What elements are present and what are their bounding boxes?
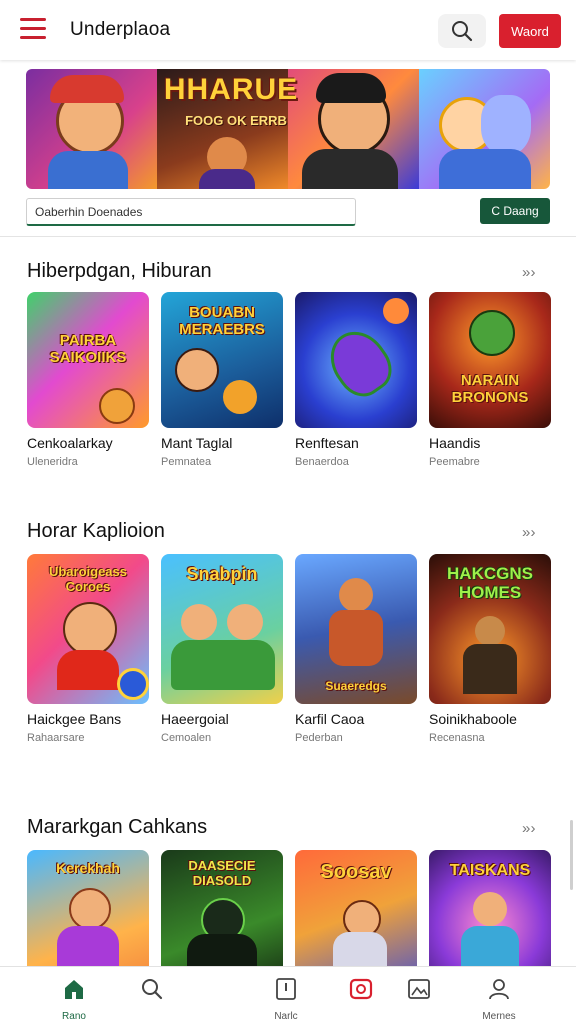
thumbnail-art-text: Kerekhah <box>56 860 120 876</box>
home-icon <box>65 980 83 999</box>
see-more-arrow-icon[interactable]: » › <box>522 524 535 541</box>
thumbnail-art-text: DAASECIE DIASOLD <box>188 858 256 888</box>
thumbnail-art-text: BOUABN MERAEBRS <box>179 304 265 338</box>
card-subtitle: Pemnatea <box>161 456 212 468</box>
game-card[interactable]: PAIRBA SAIKOIIKS Cenkoalarkay Uleneridra <box>27 292 149 468</box>
card-title: Karfil Caoa <box>295 711 365 727</box>
section-title: Mararkgan Cahkans <box>27 816 208 838</box>
banner-headline: HHARUE <box>163 73 299 106</box>
nav-item-gallery[interactable] <box>389 967 449 1025</box>
card-title: Mant Taglal <box>161 435 233 451</box>
game-thumbnail <box>295 292 417 428</box>
nav-item-search[interactable] <box>122 967 182 1025</box>
app-title: Underplaoa <box>70 19 171 40</box>
game-card[interactable]: Ubaroigeass Coroes Haickgee Bans Rahaars… <box>27 554 149 744</box>
see-more-arrow-icon[interactable]: » › <box>522 820 535 837</box>
game-thumbnail: Snabpin <box>161 554 283 704</box>
section-title: Hiberpdgan, Hiburan <box>27 260 212 282</box>
game-thumbnail: Ubaroigeass Coroes <box>27 554 149 704</box>
card-title: Cenkoalarkay <box>27 435 113 451</box>
game-thumbnail: NARAIN BRONONS <box>429 292 551 428</box>
search-row: C Daang <box>26 198 550 228</box>
game-card[interactable]: Suaeredgs Karfil Caoa Pederban <box>295 554 417 744</box>
card-title: Renftesan <box>295 435 359 451</box>
game-thumbnail: PAIRBA SAIKOIIKS <box>27 292 149 428</box>
search-input[interactable] <box>26 198 356 226</box>
search-button[interactable] <box>438 14 486 48</box>
card-title: Haeergoial <box>161 711 229 727</box>
card-subtitle: Cemoalen <box>161 732 212 744</box>
thumbnail-art-text: HAKCGNS HOMES <box>447 564 533 602</box>
search-submit-button[interactable]: C Daang <box>480 198 550 224</box>
card-subtitle: Uleneridra <box>27 456 78 468</box>
nav-item-play[interactable] <box>331 967 391 1025</box>
card-title: Soinikhaboole <box>429 711 517 727</box>
hamburger-menu-icon[interactable] <box>20 18 46 40</box>
game-card[interactable]: NARAIN BRONONS Haandis Peemabre <box>429 292 551 468</box>
thumbnail-art-text: TAISKANS <box>449 862 531 879</box>
card-subtitle: Benaerdoa <box>295 456 349 468</box>
thumbnail-art-text: Suaeredgs <box>325 679 387 693</box>
banner-panel <box>419 69 550 189</box>
edit-image-icon <box>408 979 430 999</box>
nav-item-profile[interactable]: Mernes <box>469 967 529 1025</box>
nav-label: Narlc <box>274 1011 298 1022</box>
top-bar: Underplaoa Waord <box>0 0 576 60</box>
card-title: Haickgee Bans <box>27 711 122 727</box>
hero-banner[interactable]: HHARUE FOOG OK ERRB <box>26 69 550 189</box>
scrollbar[interactable] <box>570 820 573 890</box>
nav-item-home[interactable]: Rano <box>44 967 104 1025</box>
thumbnail-art-text: Soosav <box>320 861 392 883</box>
card-subtitle: Peemabre <box>429 456 480 468</box>
thumbnail-art-text: NARAIN BRONONS <box>451 372 529 406</box>
game-card[interactable]: Renftesan Benaerdoa <box>295 292 417 468</box>
nav-label: Mernes <box>482 1011 516 1022</box>
card-subtitle: Pederban <box>295 732 343 744</box>
section-title: Horar Kaplioion <box>27 520 165 542</box>
thumbnail-art-text: PAIRBA SAIKOIIKS <box>49 332 127 366</box>
nav-item-narlc[interactable]: Narlc <box>256 967 316 1025</box>
divider <box>0 236 576 237</box>
game-thumbnail: BOUABN MERAEBRS <box>161 292 283 428</box>
search-icon <box>452 21 473 42</box>
profile-icon <box>489 979 509 1000</box>
game-card[interactable]: HAKCGNS HOMES Soinikhaboole Recenasna <box>429 554 551 744</box>
card-subtitle: Recenasna <box>429 732 485 744</box>
game-thumbnail: Suaeredgs <box>295 554 417 704</box>
banner-subline: FOOG OK ERRB <box>185 113 287 128</box>
banner-panel <box>288 69 419 189</box>
search-icon <box>142 979 163 1000</box>
banner-panel <box>26 69 157 189</box>
game-card[interactable]: Snabpin Haeergoial Cemoalen <box>161 554 283 744</box>
bottom-nav: Rano Narlc Mernes <box>0 966 576 1025</box>
card-title: Haandis <box>429 435 481 451</box>
header-cta-button[interactable]: Waord <box>499 14 561 48</box>
card-subtitle: Rahaarsare <box>27 732 85 744</box>
game-thumbnail: HAKCGNS HOMES <box>429 554 551 704</box>
upload-icon <box>276 978 296 1000</box>
thumbnail-art-text: Ubaroigeass Coroes <box>48 564 128 594</box>
play-icon <box>349 978 373 1000</box>
thumbnail-art-text: Snabpin <box>186 564 258 584</box>
game-card[interactable]: BOUABN MERAEBRS Mant Taglal Pemnatea <box>161 292 283 468</box>
see-more-arrow-icon[interactable]: » › <box>522 264 535 281</box>
nav-label: Rano <box>62 1011 86 1022</box>
